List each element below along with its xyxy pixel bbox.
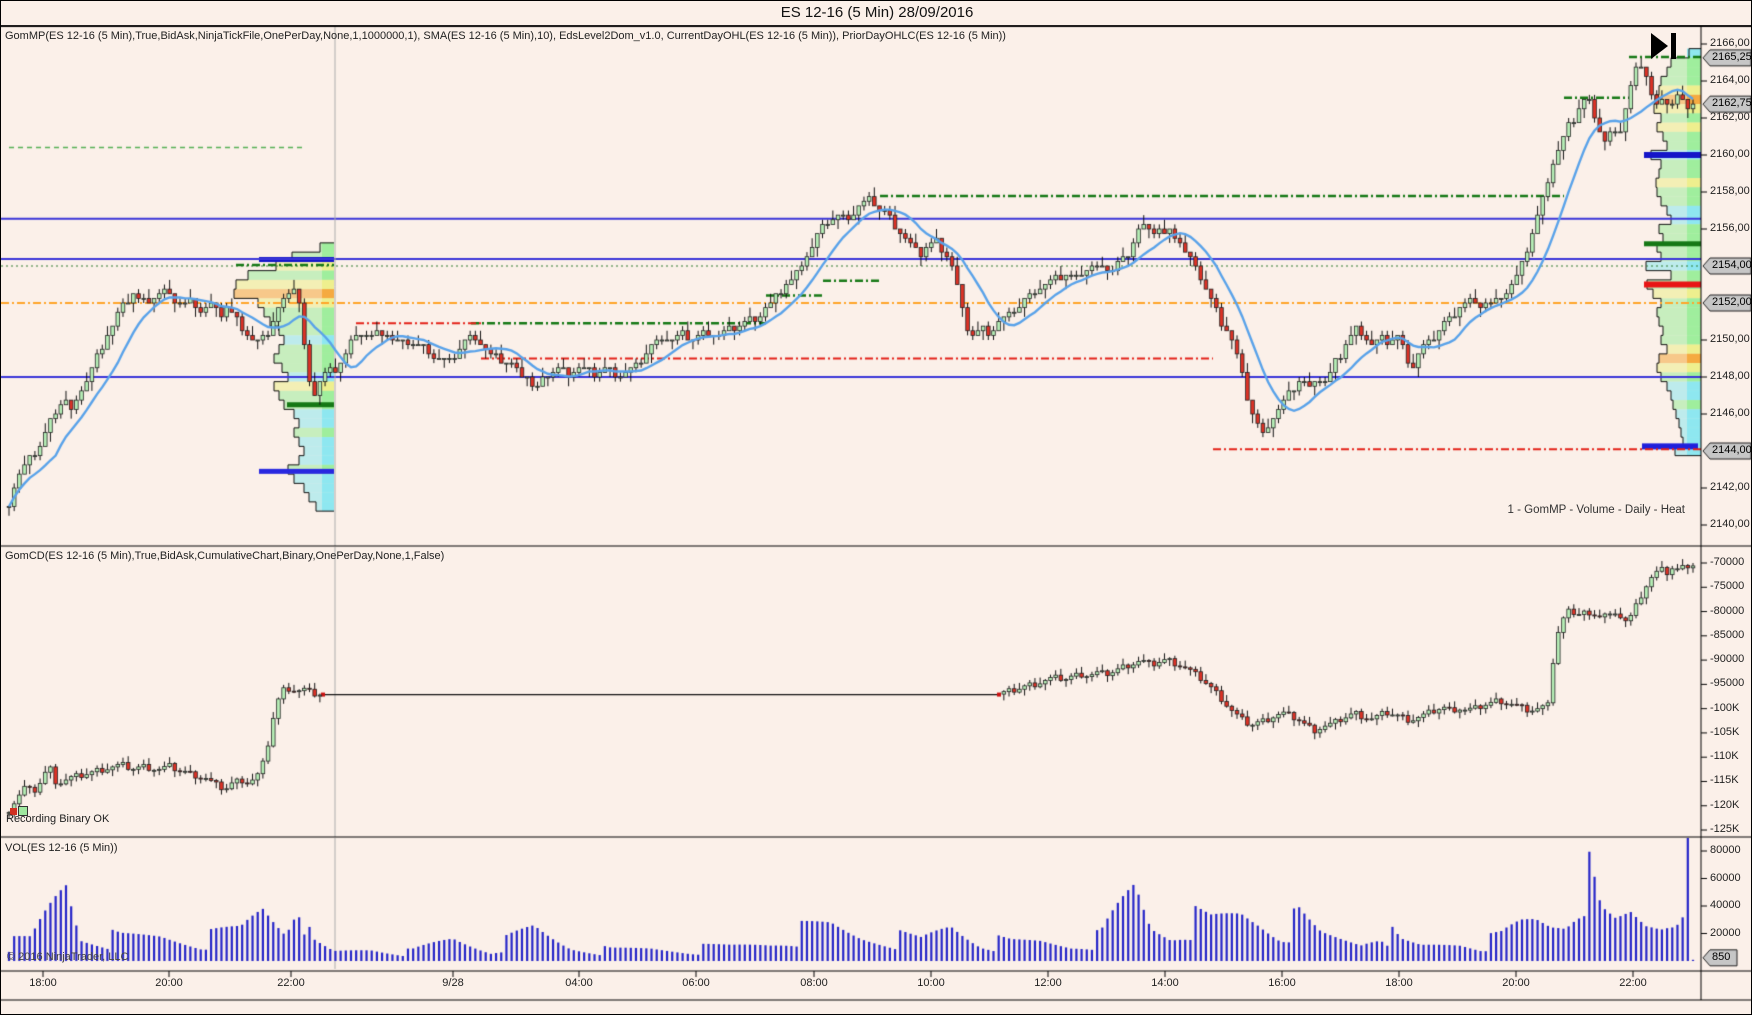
delta-axis-label: -75000 — [1710, 580, 1745, 593]
play-bar-icon — [1671, 33, 1676, 59]
price-axis-label: 2164,00 — [1710, 74, 1750, 86]
chart-canvas[interactable] — [1, 1, 1751, 1014]
price-marker: 2165,25 — [1712, 50, 1752, 63]
delta-axis-label: -100K — [1710, 701, 1740, 714]
price-marker: 2154,00 — [1712, 259, 1752, 271]
delta-axis-label: -90000 — [1710, 653, 1745, 666]
delta-axis-label: -95000 — [1710, 677, 1745, 690]
copyright-text: © 2016 NinjaTrader, LLC — [7, 951, 129, 963]
time-axis-label: 08:00 — [800, 977, 828, 989]
price-axis-label: 2166,00 — [1710, 37, 1750, 49]
price-axis-label: 2140,00 — [1710, 518, 1750, 530]
price-marker: 2144,00 — [1712, 444, 1752, 456]
price-axis-label: 2156,00 — [1710, 222, 1750, 234]
delta-axis-label: -70000 — [1710, 556, 1745, 568]
profile-settings-label: 1 - GomMP - Volume - Daily - Heat — [1507, 504, 1685, 516]
price-axis-label: 2146,00 — [1710, 407, 1750, 419]
price-axis-label: 2150,00 — [1710, 333, 1750, 345]
price-panel-indicator-label: GomMP(ES 12-16 (5 Min),True,BidAsk,Ninja… — [5, 30, 1006, 42]
delta-axis-label: -80000 — [1710, 604, 1745, 617]
delta-axis-label: -105K — [1710, 725, 1740, 738]
price-axis-label: 2142,00 — [1710, 481, 1750, 493]
price-marker: 2152,00 — [1712, 296, 1752, 308]
time-axis-label: 10:00 — [917, 977, 945, 989]
time-axis-label: 12:00 — [1034, 977, 1062, 989]
time-axis-label: 04:00 — [565, 977, 593, 989]
time-axis-label: 18:00 — [1385, 977, 1413, 989]
play-triangle-icon — [1651, 33, 1668, 59]
delta-axis-label: -110K — [1710, 750, 1739, 763]
delta-panel-indicator-label: GomCD(ES 12-16 (5 Min),True,BidAsk,Cumul… — [5, 550, 445, 562]
price-axis-label: 2148,00 — [1710, 370, 1750, 382]
time-axis-label: 06:00 — [682, 977, 710, 989]
volume-axis-label: 60000 — [1710, 871, 1741, 884]
time-axis-label: 20:00 — [1502, 977, 1530, 989]
delta-axis-label: -125K — [1710, 823, 1740, 836]
time-axis-label: 20:00 — [155, 977, 183, 989]
delta-axis-label: -85000 — [1710, 628, 1745, 641]
time-axis-label: 16:00 — [1268, 977, 1296, 989]
time-axis-label: 14:00 — [1151, 977, 1179, 989]
recording-status-text: Recording Binary OK — [6, 813, 110, 825]
volume-axis-label: 80000 — [1710, 844, 1741, 856]
price-marker: 2162,75 — [1712, 97, 1752, 110]
window-title: ES 12-16 (5 Min) 28/09/2016 — [1, 1, 1751, 25]
delta-axis-label: -120K — [1710, 798, 1740, 811]
price-axis-label: 2160,00 — [1710, 148, 1750, 160]
time-axis-label: 22:00 — [1619, 977, 1647, 989]
volume-axis-label: 40000 — [1710, 899, 1741, 911]
time-axis-label: 9/28 — [442, 977, 464, 989]
price-axis-label: 2162,00 — [1710, 111, 1750, 123]
time-axis-label: 22:00 — [277, 977, 305, 989]
volume-panel-indicator-label: VOL(ES 12-16 (5 Min)) — [5, 842, 118, 854]
volume-marker: 850 — [1712, 950, 1731, 963]
volume-axis-label: 20000 — [1710, 926, 1741, 939]
go-to-last-bar-icon[interactable] — [1651, 33, 1677, 59]
delta-axis-label: -115K — [1710, 774, 1739, 787]
time-axis-label: 18:00 — [29, 977, 57, 989]
chart-window: ES 12-16 (5 Min) 28/09/2016 GomMP(ES 12-… — [0, 0, 1752, 1015]
price-axis-label: 2158,00 — [1710, 185, 1750, 197]
